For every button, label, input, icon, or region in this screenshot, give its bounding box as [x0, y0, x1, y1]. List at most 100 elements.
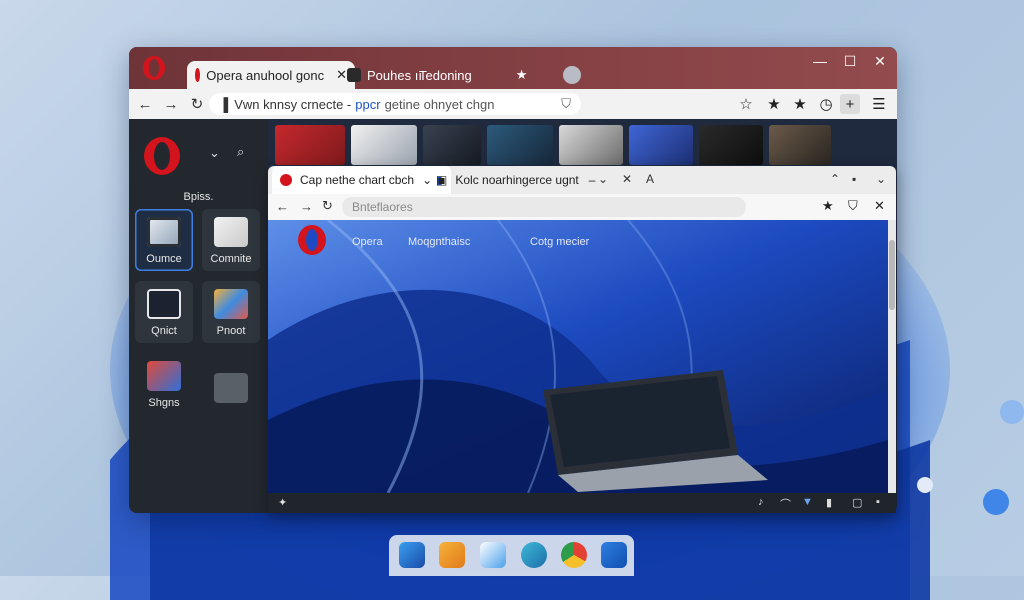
sidebar-tile-shgns[interactable]: Shgns [135, 353, 193, 415]
sound-icon[interactable]: ♪ [758, 496, 764, 508]
wallpaper-bloom-image [268, 220, 888, 493]
tab-opera[interactable]: Opera anuhool gonc ✕ [187, 61, 355, 89]
shield-icon[interactable]: ⛉ [561, 96, 571, 112]
search-icon[interactable]: ⌕ [237, 144, 244, 160]
tab-tedoning[interactable]: Tedoning ★ [419, 61, 527, 89]
extensions-button[interactable]: + [840, 94, 860, 114]
tab-label: Cap nethe chart cbch [300, 173, 415, 187]
plus-icon: + [845, 95, 855, 113]
battery-icon[interactable]: ▮ [826, 496, 832, 509]
arrow-left-icon[interactable]: ← [276, 199, 289, 214]
taskbar-app-edge[interactable] [521, 542, 547, 568]
forward-button[interactable]: → [161, 94, 181, 114]
thumbnail[interactable] [559, 125, 623, 165]
title-bar: Opera anuhool gonc ✕ Pouhes ıı Tedoning … [129, 47, 897, 89]
minimize-button[interactable]: — [805, 47, 835, 75]
notifications-icon[interactable]: ▪ [876, 496, 880, 508]
opera-logo-large[interactable] [141, 135, 183, 177]
tab-pouhes[interactable]: Pouhes ıı [347, 61, 422, 89]
speed-dial-button[interactable]: ★ [790, 94, 810, 114]
sidebar-tile-pnoot[interactable]: Pnoot [202, 281, 260, 343]
rocket-icon [147, 361, 181, 391]
tab-label: Opera anuhool gonc [206, 67, 325, 83]
hamburger-icon: ☰ [872, 96, 886, 113]
reload-button[interactable]: ↻ [187, 94, 207, 114]
bookmark-button[interactable]: ☆ [736, 94, 756, 114]
window-icon[interactable]: ▢ [852, 496, 862, 509]
minimize-icon: — [813, 53, 827, 69]
taskbar-app-store[interactable] [480, 542, 506, 568]
arrow-right-icon[interactable]: → [300, 199, 313, 214]
minimize-icon[interactable]: ⌃ [830, 172, 840, 186]
opera-favicon [280, 174, 292, 186]
close-tab-icon[interactable]: ✕ [336, 67, 347, 83]
sidebar-tile-store[interactable] [202, 353, 260, 415]
sidebar-tile-comnite[interactable]: Comnite [202, 209, 260, 271]
thumbnail[interactable] [699, 125, 763, 165]
restore-icon[interactable]: ▪ [852, 172, 856, 186]
arrow-left-icon: ← [137, 95, 153, 113]
star-icon[interactable]: ★ [516, 67, 528, 83]
sidebar-tile-oumce[interactable]: Oumce [135, 209, 193, 271]
thumbnail[interactable] [275, 125, 345, 165]
favorites-button[interactable]: ★ [764, 94, 784, 114]
decor-dot [983, 489, 1009, 515]
wifi-icon[interactable]: ⌒ [780, 496, 791, 512]
thumbnail[interactable] [351, 125, 417, 165]
site-info-icon: ▐ [219, 96, 229, 112]
close-window-button[interactable]: ✕ [865, 47, 895, 75]
close-icon[interactable]: ✕ [874, 198, 885, 214]
taskbar-app-files[interactable] [399, 542, 425, 568]
close-tab-icon[interactable]: ✕ [622, 172, 632, 186]
inner-url-input[interactable]: Bnteflaores [342, 197, 746, 217]
address-bar: ← → ↻ ▐ Vwn knnsy crnecte - ppcr getine … [129, 89, 897, 120]
scrollbar-thumb[interactable] [889, 240, 895, 310]
chevron-down-icon[interactable]: ⌄ [209, 145, 220, 161]
inner-tab-second[interactable]: ▣ Kolc noarhingerce ugnt – [436, 166, 595, 194]
back-button[interactable]: ← [135, 94, 155, 114]
new-tab-button[interactable] [563, 61, 581, 89]
shield-icon[interactable]: ⛉ [848, 198, 858, 214]
chevron-down-icon[interactable]: ⌄ [422, 173, 432, 187]
decor-dot [917, 477, 933, 493]
thumbnail[interactable] [769, 125, 831, 165]
taskbar [389, 535, 634, 576]
menu-button[interactable]: ☰ [869, 94, 889, 114]
url-highlight: ppcr [355, 96, 381, 112]
vertical-scrollbar[interactable] [888, 220, 896, 493]
tab-label: Pouhes ıı [367, 67, 422, 83]
reload-icon[interactable]: ↻ [322, 198, 333, 214]
status-bar: ✦ ♪ ⌒ ▼ ▮ ▢ ▪ [268, 493, 896, 513]
sidebar-tile-qnict[interactable]: Qnict [135, 281, 193, 343]
monitor-icon [147, 217, 181, 247]
page-nav-item[interactable]: Moqgnthaisc [408, 236, 470, 248]
tile-label: Oumce [146, 253, 182, 265]
vpn-icon[interactable]: ▼ [802, 496, 813, 508]
sparkle-icon[interactable]: ✦ [278, 496, 287, 509]
inner-tab-active[interactable]: Cap nethe chart cbch ⌄ ▮ [272, 166, 451, 194]
clock-icon: ◷ [819, 96, 833, 113]
url-input[interactable]: ▐ Vwn knnsy crnecte - ppcr getine ohnyet… [209, 93, 581, 115]
page-icon: ▣ [436, 173, 448, 187]
thumbnail[interactable] [423, 125, 481, 165]
history-button[interactable]: ◷ [816, 94, 836, 114]
font-icon[interactable]: A [646, 172, 654, 186]
photos-icon [214, 289, 248, 319]
opera-favicon [195, 68, 201, 82]
taskbar-app-settings[interactable] [601, 542, 627, 568]
maximize-button[interactable]: ☐ [835, 47, 865, 75]
chevron-down-icon[interactable]: ⌄ [876, 172, 886, 186]
thumbnail[interactable] [629, 125, 693, 165]
url-text: Vwn knnsy crnecte - [234, 96, 352, 112]
page-nav-item[interactable]: Cotg mecier [530, 236, 589, 248]
chevron-down-icon[interactable]: ⌄ [598, 172, 608, 186]
opera-logo [298, 225, 326, 255]
taskbar-app-chrome[interactable] [561, 542, 587, 568]
taskbar-app-photos[interactable] [439, 542, 465, 568]
opera-logo[interactable] [141, 55, 167, 81]
sidebar: ⌄ ⌕ Bpiss. Oumce Comnite Qnict Pnoot Shg… [129, 119, 268, 513]
star-icon[interactable]: ★ [822, 198, 834, 214]
minus-icon: – [588, 173, 596, 187]
thumbnail[interactable] [487, 125, 553, 165]
page-nav-opera[interactable]: Opera [352, 236, 383, 248]
